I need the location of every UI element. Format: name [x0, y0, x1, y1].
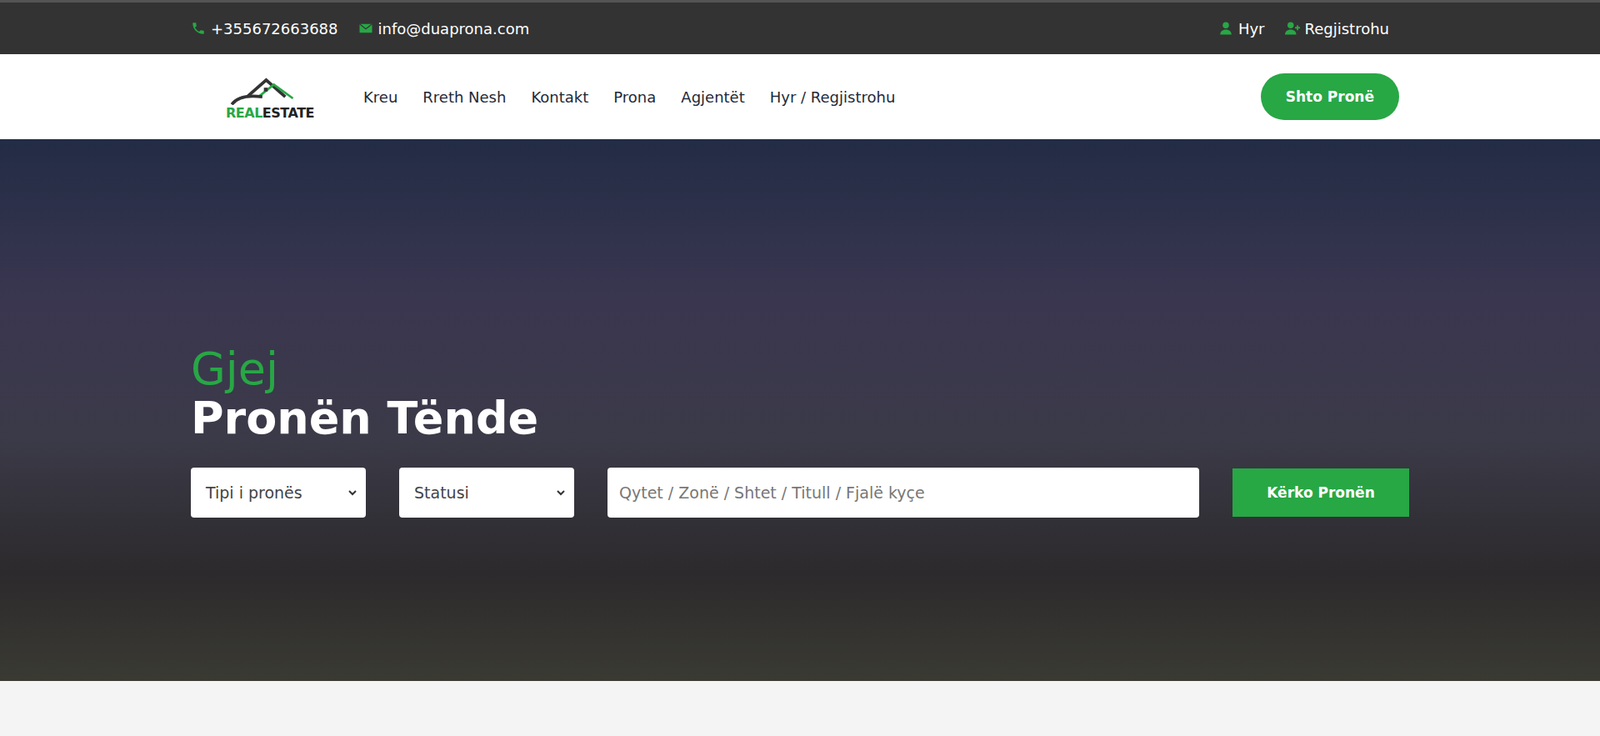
- content-section: [0, 680, 1600, 736]
- status-select[interactable]: Statusi: [399, 467, 575, 518]
- chevron-down-icon: [555, 487, 566, 498]
- user-icon: [1218, 20, 1234, 36]
- phone-link[interactable]: +355672663688: [190, 20, 339, 38]
- chevron-down-icon: [347, 487, 358, 498]
- houses-icon: [224, 73, 316, 105]
- logo[interactable]: REALESTATE: [220, 73, 320, 121]
- top-bar: +355672663688 info@duaprona.com Hyr Regjist…: [0, 0, 1600, 55]
- envelope-icon: [358, 20, 374, 36]
- nav-item[interactable]: Agjentët: [680, 88, 745, 106]
- register-link[interactable]: Regjistrohu: [1285, 20, 1390, 38]
- nav-item[interactable]: Rreth Nesh: [422, 88, 506, 106]
- hero-accent: Gjej: [190, 344, 1410, 394]
- navbar: REALESTATE Kreu Rreth Nesh Kontakt Prona Agje…: [0, 54, 1600, 140]
- nav-item[interactable]: Kreu: [363, 88, 398, 106]
- nav-item[interactable]: Prona: [613, 88, 656, 106]
- page: +355672663688 info@duaprona.com Hyr Regjist…: [0, 0, 1600, 736]
- search-button[interactable]: Kërko Pronën: [1232, 468, 1410, 517]
- phone-icon: [190, 20, 206, 36]
- hero: GjejPronën Tënde Tipi i pronës Statusi Kërk…: [0, 139, 1600, 681]
- hero-title: Pronën Tënde: [190, 393, 1410, 443]
- email-link[interactable]: info@duaprona.com: [358, 20, 530, 38]
- nav-item[interactable]: Hyr / Regjistrohu: [770, 88, 896, 106]
- login-link[interactable]: Hyr: [1218, 20, 1265, 38]
- user-plus-icon: [1285, 20, 1300, 36]
- search-bar: Tipi i pronës Statusi Kërko Pronën: [190, 467, 1410, 518]
- nav-item[interactable]: Kontakt: [530, 88, 589, 106]
- add-property-button[interactable]: Shto Pronë: [1260, 73, 1400, 120]
- property-type-select[interactable]: Tipi i pronës: [190, 467, 366, 518]
- search-input[interactable]: [607, 467, 1200, 518]
